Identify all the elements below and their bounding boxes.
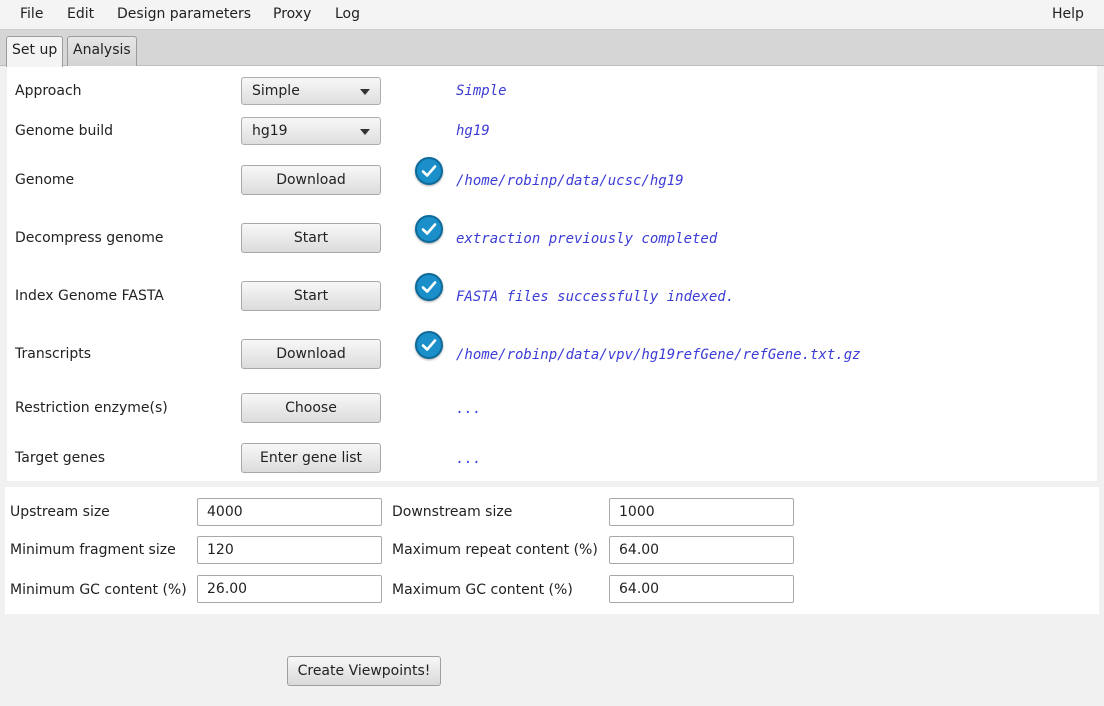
- index-start-button[interactable]: Start: [241, 281, 381, 311]
- approach-dropdown[interactable]: Simple: [241, 77, 381, 105]
- approach-selected: Simple: [252, 83, 300, 99]
- max-repeat-content-input[interactable]: [609, 536, 794, 564]
- decompress-status: extraction previously completed: [456, 231, 718, 247]
- genome-build-label: Genome build: [15, 123, 114, 139]
- create-viewpoints-button[interactable]: Create Viewpoints!: [287, 656, 441, 686]
- approach-label: Approach: [15, 83, 82, 99]
- menu-bar: File Edit Design parameters Proxy Log He…: [0, 0, 1104, 30]
- menu-proxy[interactable]: Proxy: [273, 6, 311, 22]
- tab-setup[interactable]: Set up: [6, 36, 64, 67]
- menu-file[interactable]: File: [20, 6, 43, 22]
- genome-download-button[interactable]: Download: [241, 165, 381, 195]
- enter-gene-list-button[interactable]: Enter gene list: [241, 443, 381, 473]
- chevron-down-icon: [360, 89, 370, 95]
- downstream-size-label: Downstream size: [392, 504, 513, 520]
- min-fragment-size-label: Minimum fragment size: [10, 542, 176, 558]
- setup-panel: [7, 66, 1097, 481]
- tab-analysis[interactable]: Analysis: [67, 36, 137, 66]
- downstream-size-input[interactable]: [609, 498, 794, 526]
- max-gc-content-label: Maximum GC content (%): [392, 582, 573, 598]
- transcripts-download-button[interactable]: Download: [241, 339, 381, 369]
- check-circle-icon: [415, 215, 443, 243]
- menu-edit[interactable]: Edit: [67, 6, 94, 22]
- genome-build-status: hg19: [456, 123, 490, 139]
- approach-status: Simple: [456, 83, 507, 99]
- target-genes-label: Target genes: [15, 450, 106, 466]
- genome-status: /home/robinp/data/ucsc/hg19: [456, 173, 684, 189]
- genome-build-selected: hg19: [252, 123, 288, 139]
- check-circle-icon: [415, 157, 443, 185]
- check-circle-icon: [415, 331, 443, 359]
- enzymes-label: Restriction enzyme(s): [15, 400, 168, 416]
- upstream-size-input[interactable]: [197, 498, 382, 526]
- max-gc-content-input[interactable]: [609, 575, 794, 603]
- menu-help[interactable]: Help: [1052, 6, 1084, 22]
- min-gc-content-input[interactable]: [197, 575, 382, 603]
- upstream-size-label: Upstream size: [10, 504, 110, 520]
- menu-log[interactable]: Log: [335, 6, 360, 22]
- check-circle-icon: [415, 273, 443, 301]
- menu-design-parameters[interactable]: Design parameters: [117, 6, 251, 22]
- genome-label: Genome: [15, 172, 75, 188]
- transcripts-label: Transcripts: [15, 346, 92, 362]
- decompress-label: Decompress genome: [15, 230, 164, 246]
- index-label: Index Genome FASTA: [15, 288, 164, 304]
- tab-strip: Set up Analysis: [0, 30, 1104, 67]
- min-fragment-size-input[interactable]: [197, 536, 382, 564]
- transcripts-status: /home/robinp/data/vpv/hg19refGene/refGen…: [456, 347, 861, 363]
- max-repeat-content-label: Maximum repeat content (%): [392, 542, 598, 558]
- decompress-start-button[interactable]: Start: [241, 223, 381, 253]
- enzymes-status: ...: [456, 401, 482, 417]
- index-status: FASTA files successfully indexed.: [456, 289, 735, 305]
- chevron-down-icon: [360, 129, 370, 135]
- enzymes-choose-button[interactable]: Choose: [241, 393, 381, 423]
- min-gc-content-label: Minimum GC content (%): [10, 582, 187, 598]
- target-genes-status: ...: [456, 451, 482, 467]
- genome-build-dropdown[interactable]: hg19: [241, 117, 381, 145]
